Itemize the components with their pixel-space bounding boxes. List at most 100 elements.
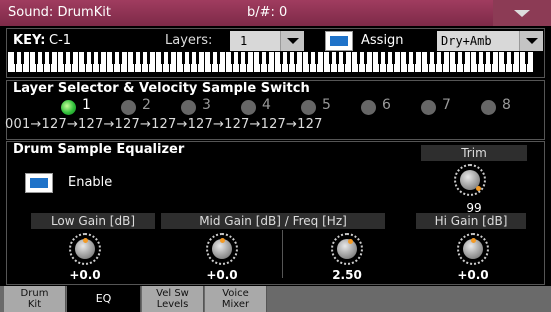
mid-gain-knob[interactable] <box>206 233 238 265</box>
mode-value: Dry+Amb <box>441 34 492 48</box>
layer-4-led[interactable] <box>241 100 256 115</box>
black-key[interactable] <box>489 52 493 64</box>
black-key[interactable] <box>314 52 318 64</box>
black-key[interactable] <box>167 52 171 64</box>
layer-6-led[interactable] <box>361 100 376 115</box>
white-key-divider <box>400 52 401 72</box>
black-key[interactable] <box>69 52 73 64</box>
tab-vel-sw-levels[interactable]: Vel Sw Levels <box>142 286 204 312</box>
black-key[interactable] <box>503 52 507 64</box>
layer-7-led[interactable] <box>421 100 436 115</box>
keyboard-key-selector[interactable] <box>8 52 533 72</box>
white-key-divider <box>470 52 471 72</box>
mid-freq-knob[interactable] <box>331 233 363 265</box>
tab-label: Mixer <box>221 299 250 310</box>
black-key[interactable] <box>146 52 150 64</box>
white-key-divider <box>253 52 254 72</box>
hi-gain-knob[interactable] <box>457 233 489 265</box>
black-key[interactable] <box>83 52 87 64</box>
black-key[interactable] <box>356 52 360 64</box>
black-key[interactable] <box>181 52 185 64</box>
eq-title: Drum Sample Equalizer <box>13 142 185 157</box>
black-key[interactable] <box>279 52 283 64</box>
mode-dropdown[interactable]: Dry+Amb <box>437 31 543 51</box>
black-key[interactable] <box>363 52 367 64</box>
window-title: Sound: DrumKit <box>8 5 111 20</box>
tab-eq[interactable]: EQ <box>67 286 141 312</box>
black-key[interactable] <box>475 52 479 64</box>
page-menu-button[interactable] <box>493 0 551 26</box>
assign-checkbox[interactable] <box>325 31 353 51</box>
arrow-right-icon: → <box>30 117 42 132</box>
black-key[interactable] <box>132 52 136 64</box>
black-key[interactable] <box>230 52 234 64</box>
tab-drum-kit[interactable]: Drum Kit <box>4 286 66 312</box>
black-key[interactable] <box>258 52 262 64</box>
white-key-divider <box>519 52 520 72</box>
layers-dropdown[interactable]: 1 <box>230 31 304 51</box>
arrow-right-icon: → <box>213 117 225 132</box>
black-key[interactable] <box>188 52 192 64</box>
black-key[interactable] <box>482 52 486 64</box>
layer-8-led[interactable] <box>481 100 496 115</box>
black-key[interactable] <box>216 52 220 64</box>
black-key[interactable] <box>139 52 143 64</box>
layer-2-led[interactable] <box>121 100 136 115</box>
black-key[interactable] <box>209 52 213 64</box>
enable-label: Enable <box>68 175 113 190</box>
black-key[interactable] <box>335 52 339 64</box>
black-key[interactable] <box>510 52 514 64</box>
black-key[interactable] <box>48 52 52 64</box>
velocity-value: 001 <box>5 117 31 132</box>
black-key[interactable] <box>160 52 164 64</box>
enable-checkbox[interactable] <box>25 173 53 193</box>
black-key[interactable] <box>391 52 395 64</box>
velocity-switch-row: 001 → 127 → 127 → 127 → 127 → 127 → 127 … <box>5 117 546 132</box>
black-key[interactable] <box>13 52 17 64</box>
white-key-divider <box>302 52 303 72</box>
black-key[interactable] <box>293 52 297 64</box>
white-key-divider <box>127 52 128 72</box>
white-key-divider <box>449 52 450 72</box>
black-key[interactable] <box>244 52 248 64</box>
mid-gain-value: +0.0 <box>206 268 238 282</box>
black-key[interactable] <box>412 52 416 64</box>
low-gain-value: +0.0 <box>69 268 101 282</box>
white-key-divider <box>155 52 156 72</box>
black-key[interactable] <box>342 52 346 64</box>
black-key[interactable] <box>307 52 311 64</box>
black-key[interactable] <box>524 52 528 64</box>
black-key[interactable] <box>195 52 199 64</box>
layer-3-led[interactable] <box>181 100 196 115</box>
black-key[interactable] <box>433 52 437 64</box>
black-key[interactable] <box>440 52 444 64</box>
black-key[interactable] <box>426 52 430 64</box>
black-key[interactable] <box>111 52 115 64</box>
layer-6-label: 6 <box>382 97 391 113</box>
black-key[interactable] <box>328 52 332 64</box>
trim-knob[interactable] <box>454 164 486 196</box>
layer-4-label: 4 <box>262 97 271 113</box>
black-key[interactable] <box>62 52 66 64</box>
black-key[interactable] <box>34 52 38 64</box>
black-key[interactable] <box>384 52 388 64</box>
layer-5-led[interactable] <box>301 100 316 115</box>
black-key[interactable] <box>237 52 241 64</box>
black-key[interactable] <box>20 52 24 64</box>
velocity-value: 127 <box>297 117 323 132</box>
black-key[interactable] <box>454 52 458 64</box>
low-gain-knob[interactable] <box>69 233 101 265</box>
tab-label: Kit <box>27 299 42 310</box>
black-key[interactable] <box>405 52 409 64</box>
black-key[interactable] <box>461 52 465 64</box>
white-key-divider <box>372 52 373 72</box>
black-key[interactable] <box>377 52 381 64</box>
black-key[interactable] <box>118 52 122 64</box>
black-key[interactable] <box>90 52 94 64</box>
layer-1-led[interactable] <box>61 100 76 115</box>
tab-voice-mixer[interactable]: Voice Mixer <box>205 286 267 312</box>
black-key[interactable] <box>286 52 290 64</box>
black-key[interactable] <box>41 52 45 64</box>
black-key[interactable] <box>97 52 101 64</box>
black-key[interactable] <box>265 52 269 64</box>
